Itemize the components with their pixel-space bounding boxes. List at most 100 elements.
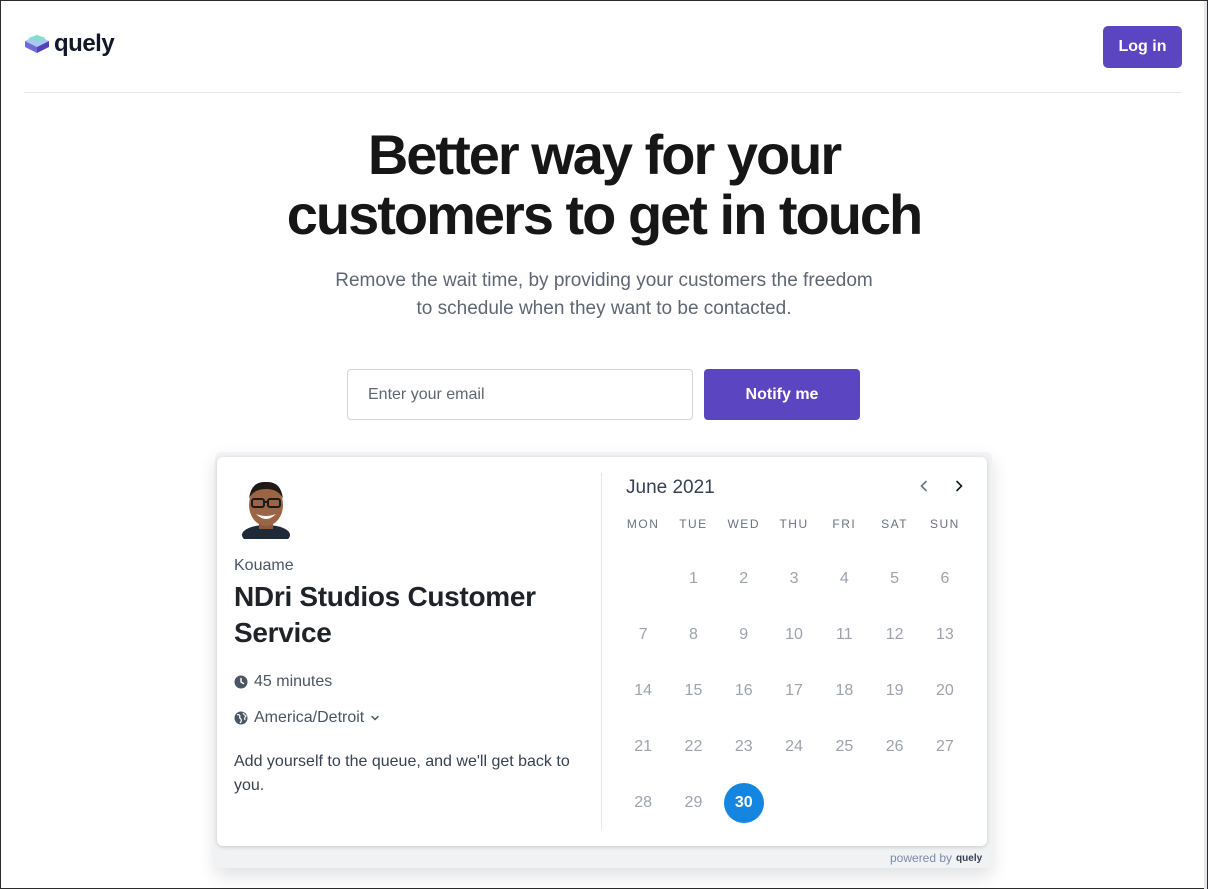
calendar-day-number: 25 [835, 738, 854, 755]
weekday-header: MON TUE WED THU FRI SAT SUN [618, 517, 970, 533]
calendar-day-number: 12 [885, 626, 904, 643]
hero-subtitle-line: Remove the wait time, by providing your … [335, 270, 873, 291]
login-button[interactable]: Log in [1103, 26, 1182, 68]
weekday-label: THU [779, 517, 809, 531]
weekday-label: MON [626, 517, 660, 531]
email-input[interactable] [347, 369, 693, 420]
calendar-day[interactable]: 8 [668, 607, 718, 663]
weekday-label: SAT [881, 517, 909, 531]
calendar-day[interactable]: 5 [869, 551, 919, 607]
calendar-day[interactable]: 25 [819, 719, 869, 775]
quely-logo-icon [25, 35, 49, 53]
calendar-day[interactable]: 9 [719, 607, 769, 663]
powered-by[interactable]: powered by quely [890, 851, 982, 865]
calendar-day[interactable]: 28 [618, 775, 668, 831]
calendar-day-number: 8 [688, 626, 698, 643]
calendar-day[interactable]: 29 [668, 775, 718, 831]
host-avatar [242, 481, 290, 539]
hero-subtitle: Remove the wait time, by providing your … [1, 267, 1207, 323]
calendar-day-number: 28 [634, 794, 653, 811]
logo[interactable]: quely [24, 30, 115, 57]
calendar-day-number: 24 [785, 738, 803, 755]
widget-divider [601, 473, 602, 830]
calendar-day-number: 5 [890, 570, 900, 587]
calendar-day-number: 27 [936, 738, 954, 755]
calendar-day[interactable]: 22 [668, 719, 718, 775]
calendar-day-number: 9 [739, 626, 749, 643]
calendar-day-number: 21 [634, 738, 653, 755]
previous-month-button[interactable] [914, 476, 934, 496]
hero-subtitle-line: to schedule when they want to be contact… [416, 298, 792, 319]
calendar-day-number: 13 [936, 626, 954, 643]
calendar-day[interactable]: 13 [920, 607, 970, 663]
calendar-day-number: 14 [634, 682, 653, 699]
notify-me-button[interactable]: Notify me [704, 369, 860, 420]
calendar-day[interactable]: 16 [719, 663, 769, 719]
calendar-day-number: 29 [684, 794, 703, 811]
globe-icon [234, 711, 248, 725]
timezone-text: America/Detroit [254, 709, 365, 726]
calendar-day-selected[interactable]: 30 [719, 775, 769, 831]
calendar-day[interactable]: 6 [920, 551, 970, 607]
calendar-day-number: 30 [723, 783, 764, 823]
calendar-day[interactable]: 11 [819, 607, 869, 663]
calendar-day[interactable]: 14 [618, 663, 668, 719]
calendar-day[interactable]: 18 [819, 663, 869, 719]
timezone-selector[interactable]: America/Detroit [234, 709, 380, 727]
calendar-day[interactable]: 23 [719, 719, 769, 775]
calendar-days: 1 2 3 4 5 6 7 8 9 10 11 12 13 14 15 16 17 18 19 20 21 22 23 24 2… [618, 551, 970, 831]
duration-text: 45 minutes [254, 673, 333, 690]
weekday-label: SUN [930, 517, 960, 531]
calendar-day[interactable]: 15 [668, 663, 718, 719]
calendar-day-number: 23 [734, 738, 753, 755]
logo-text: quely [54, 30, 115, 57]
calendar-day-number: 17 [785, 682, 803, 699]
event-description: Add yourself to the queue, and we'll get… [234, 753, 570, 794]
calendar-day-number: 20 [936, 682, 954, 699]
chevron-left-icon [920, 480, 927, 492]
calendar-day[interactable]: 4 [819, 551, 869, 607]
calendar-day[interactable]: 19 [869, 663, 919, 719]
calendar-day[interactable]: 10 [769, 607, 819, 663]
weekday-label: FRI [832, 517, 857, 531]
calendar-day-number: 16 [734, 682, 753, 699]
next-month-button[interactable] [949, 476, 969, 496]
calendar-grid: MON TUE WED THU FRI SAT SUN 1 2 3 4 5 6 7 8 9 10 11 12 13 1… [618, 517, 970, 831]
calendar-day-number: 22 [684, 738, 703, 755]
clock-icon [234, 675, 248, 689]
hero-title-line: Better way for your [367, 123, 842, 186]
calendar-empty-cell [618, 551, 668, 607]
chevron-right-icon [956, 480, 963, 492]
calendar-day-number: 3 [789, 570, 799, 587]
hero-title: Better way for your customers to get in … [1, 125, 1207, 245]
calendar-month-label: June 2021 [626, 477, 715, 498]
powered-by-text: powered by [890, 851, 953, 865]
calendar-day-number: 15 [684, 682, 703, 699]
calendar-day[interactable]: 20 [920, 663, 970, 719]
calendar-day[interactable]: 3 [769, 551, 819, 607]
calendar-day[interactable]: 21 [618, 719, 668, 775]
calendar-day-number: 6 [940, 570, 950, 587]
weekday-label: TUE [679, 517, 708, 531]
hero-title-line: customers to get in touch [286, 183, 924, 246]
chevron-down-icon [371, 715, 379, 721]
calendar-day[interactable]: 12 [869, 607, 919, 663]
duration-row: 45 minutes [234, 673, 332, 691]
calendar-day[interactable]: 1 [668, 551, 718, 607]
powered-by-logo: quely [956, 852, 983, 864]
calendar-day[interactable]: 27 [920, 719, 970, 775]
calendar-day-number: 19 [885, 682, 904, 699]
calendar-day[interactable]: 2 [719, 551, 769, 607]
calendar-day-number: 26 [885, 738, 904, 755]
site-header: quely Log in [24, 1, 1182, 93]
booking-widget: Kouame NDri Studios Customer Service 45 … [217, 457, 987, 846]
event-title: NDri Studios Customer Service [234, 581, 536, 648]
calendar-day[interactable]: 7 [618, 607, 668, 663]
calendar-day-number: 2 [739, 570, 749, 587]
calendar-day-number: 10 [785, 626, 803, 643]
calendar-day[interactable]: 17 [769, 663, 819, 719]
calendar-day[interactable]: 26 [869, 719, 919, 775]
calendar-day[interactable]: 24 [769, 719, 819, 775]
weekday-label: WED [727, 517, 760, 531]
calendar-day-number: 1 [688, 570, 698, 587]
